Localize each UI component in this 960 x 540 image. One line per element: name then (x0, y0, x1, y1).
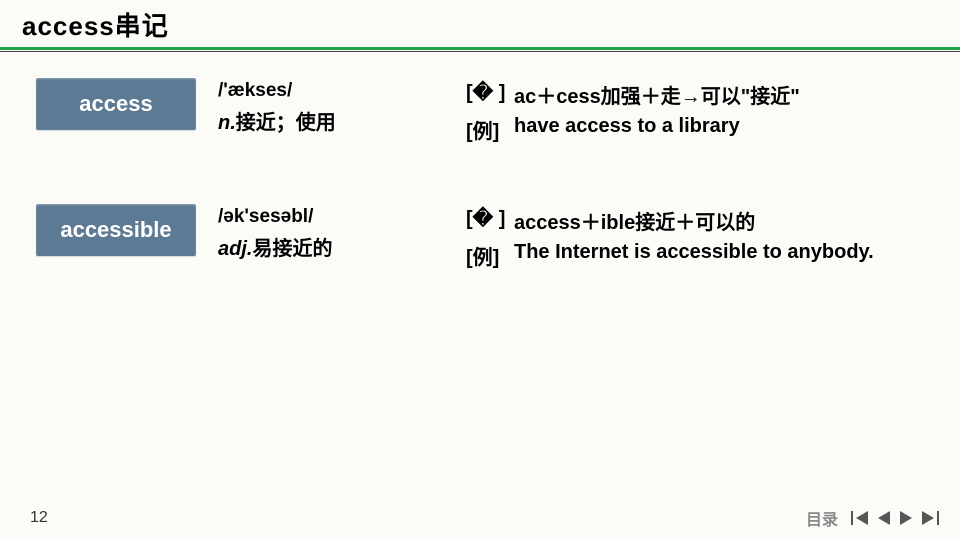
definition: n.接近；使用 (218, 106, 426, 135)
prev-page-button[interactable] (876, 510, 892, 526)
definition-column: /'ækses/ n.接近；使用 (196, 78, 426, 135)
example-tag: [例] (466, 241, 514, 270)
example-text: have access to a library (514, 115, 924, 144)
content-area: access /'ækses/ n.接近；使用 [� ] ac＋cess加强＋走… (0, 52, 960, 276)
definition-column: /ək'sesəbl/ adj.易接近的 (196, 204, 426, 261)
part-of-speech: n. (218, 112, 236, 134)
page-title: access串记 (0, 0, 960, 43)
vocab-entry: access /'ækses/ n.接近；使用 [� ] ac＋cess加强＋走… (36, 78, 924, 150)
vocab-entry: accessible /ək'sesəbl/ adj.易接近的 [� ] acc… (36, 204, 924, 276)
etymology-text: access＋ible接近＋可以的 (514, 206, 924, 235)
divider-green (0, 47, 960, 50)
pronunciation: /ək'sesəbl/ (218, 206, 426, 228)
example-text: The Internet is accessible to anybody. (514, 241, 924, 270)
toc-link[interactable]: 目录 (806, 506, 838, 530)
word-badge: accessible (36, 204, 196, 256)
explanation-column: [� ] ac＋cess加强＋走→可以"接近" [例] have access … (426, 78, 924, 150)
footer-bar: 12 目录 (0, 506, 960, 530)
etymology-text: ac＋cess加强＋走→可以"接近" (514, 80, 924, 109)
next-page-button[interactable] (898, 510, 914, 526)
example-tag: [例] (466, 115, 514, 144)
pronunciation: /'ækses/ (218, 80, 426, 102)
part-of-speech: adj. (218, 238, 252, 260)
last-page-icon (920, 510, 940, 526)
next-page-icon (898, 510, 914, 526)
word-badge: access (36, 78, 196, 130)
last-page-button[interactable] (920, 510, 940, 526)
first-page-button[interactable] (850, 510, 870, 526)
definition: adj.易接近的 (218, 232, 426, 261)
prev-page-icon (876, 510, 892, 526)
first-page-icon (850, 510, 870, 526)
definition-text: 接近；使用 (236, 112, 336, 134)
etym-tag: [� ] (466, 206, 514, 235)
etym-tag: [� ] (466, 80, 514, 109)
page-number: 12 (30, 509, 48, 527)
definition-text: 易接近的 (252, 238, 332, 260)
explanation-column: [� ] access＋ible接近＋可以的 [例] The Internet … (426, 204, 924, 276)
